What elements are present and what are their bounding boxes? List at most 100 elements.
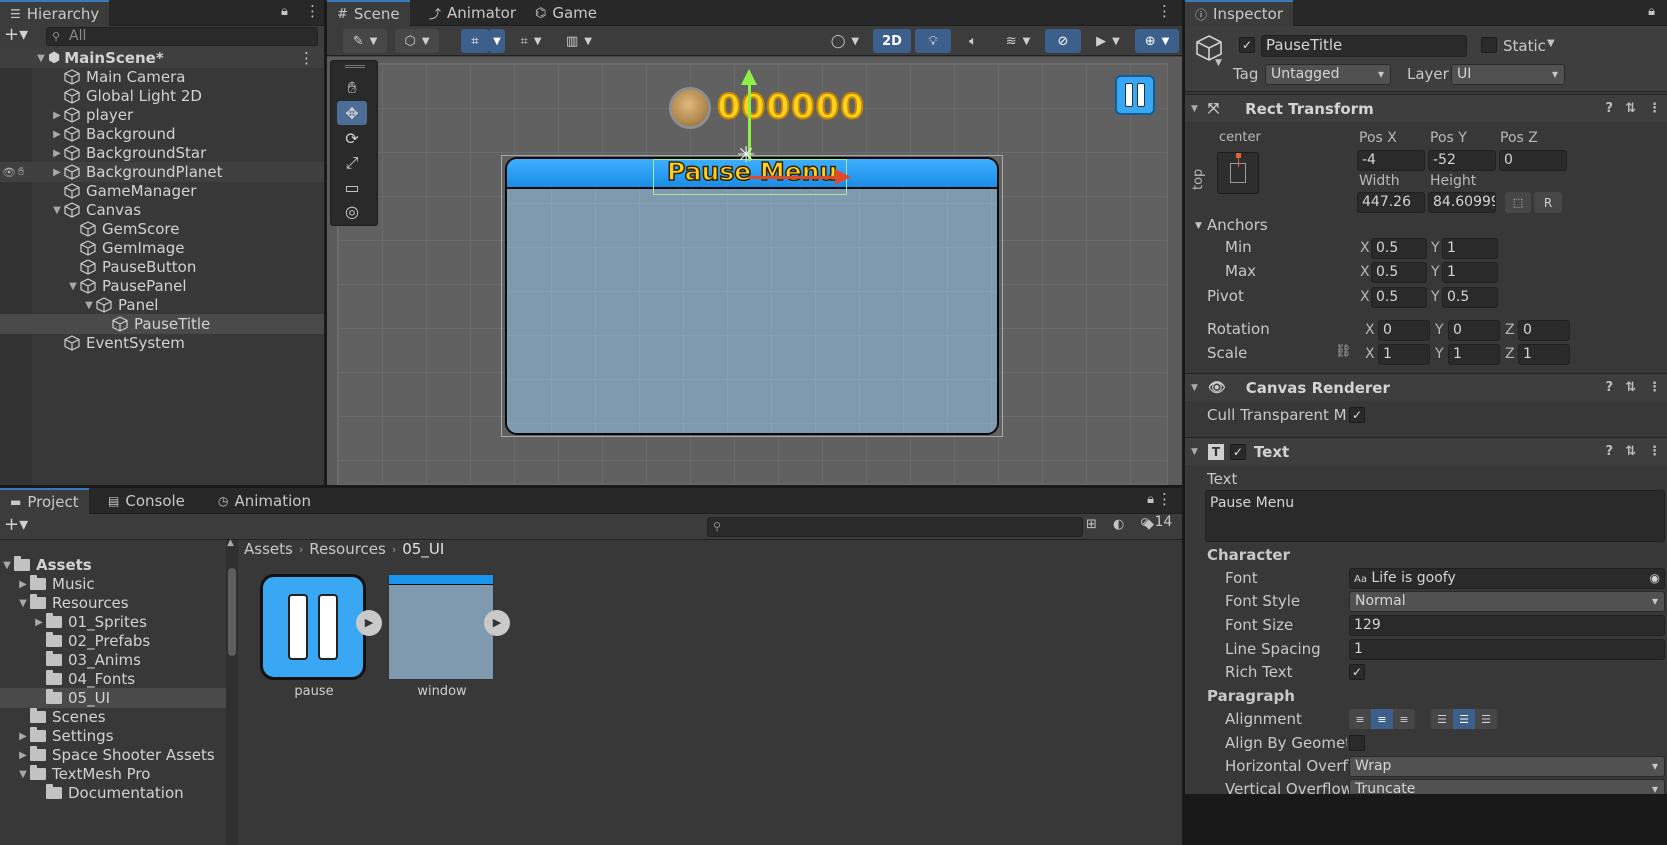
- rotation-z-field[interactable]: 0: [1518, 320, 1570, 341]
- more-menu-icon[interactable]: ⋮: [1648, 380, 1661, 395]
- hierarchy-item-player[interactable]: ▶ player: [0, 105, 324, 125]
- breadcrumb-assets[interactable]: Assets: [244, 540, 293, 558]
- hierarchy-item-pause-panel[interactable]: ▼ PausePanel: [0, 276, 324, 296]
- hierarchy-item-background-star[interactable]: ▶ BackgroundStar: [0, 143, 324, 163]
- line-spacing-field[interactable]: 1: [1349, 639, 1665, 660]
- chevron-down-icon[interactable]: ▼: [1547, 38, 1555, 49]
- shading-mode-button[interactable]: ◯ ▼: [823, 29, 867, 53]
- hierarchy-item-game-manager[interactable]: GameManager: [0, 181, 324, 201]
- chevron-right-icon[interactable]: ▶: [16, 750, 30, 761]
- gizmo-x-axis[interactable]: [749, 176, 837, 179]
- height-field[interactable]: 84.60999: [1428, 192, 1496, 213]
- chevron-down-icon[interactable]: ▼: [1195, 221, 1202, 231]
- lock-icon[interactable]: 🔒︎: [1648, 4, 1655, 19]
- tab-game[interactable]: ⌬ Game: [525, 0, 607, 26]
- static-checkbox[interactable]: [1481, 37, 1497, 53]
- chevron-down-icon[interactable]: ▼: [66, 281, 80, 292]
- breadcrumb-05-ui[interactable]: 05_UI: [402, 540, 444, 558]
- more-menu-icon[interactable]: ⋮: [1648, 444, 1661, 459]
- increment-snap-button[interactable]: ⌗ ▼: [511, 29, 551, 53]
- hierarchy-item-event-system[interactable]: EventSystem: [0, 333, 324, 353]
- chevron-down-icon[interactable]: ▼: [34, 53, 48, 64]
- scale-z-field[interactable]: 1: [1518, 344, 1570, 365]
- tab-hierarchy[interactable]: ☰ Hierarchy: [0, 0, 110, 26]
- chevron-down-icon[interactable]: ▼: [0, 560, 14, 571]
- hierarchy-item-pause-button[interactable]: PauseButton: [0, 257, 324, 277]
- rich-text-checkbox[interactable]: ✓: [1349, 664, 1365, 680]
- align-middle-button[interactable]: ☰: [1453, 709, 1475, 729]
- chevron-right-icon[interactable]: ▶: [32, 617, 46, 628]
- chevron-down-icon[interactable]: ▼: [1191, 104, 1198, 114]
- project-search-input[interactable]: ⚲: [707, 517, 1083, 537]
- chevron-right-icon[interactable]: ▶: [50, 167, 64, 178]
- align-left-button[interactable]: ≡: [1349, 709, 1371, 729]
- rect-tool-icon[interactable]: ▭: [337, 175, 367, 199]
- pos-x-field[interactable]: -4: [1357, 150, 1425, 171]
- ruler-button[interactable]: ▥ ▼: [557, 29, 601, 53]
- rotate-tool-icon[interactable]: ⟳: [337, 126, 367, 150]
- lock-icon[interactable]: 🔒︎: [1147, 492, 1154, 507]
- hierarchy-item-canvas[interactable]: ▼ Canvas: [0, 200, 324, 220]
- eye-icon[interactable]: 👁︎: [2, 166, 16, 179]
- chevron-right-icon[interactable]: ▶: [50, 148, 64, 159]
- more-menu-icon[interactable]: ⋮: [1157, 2, 1172, 20]
- help-icon[interactable]: ?: [1606, 444, 1614, 459]
- cull-transparent-checkbox[interactable]: ✓: [1349, 407, 1365, 423]
- more-menu-icon[interactable]: ⋮: [299, 49, 314, 67]
- render-mode-button[interactable]: ⬡ ▼: [395, 29, 439, 53]
- chevron-right-icon[interactable]: ▶: [50, 110, 64, 121]
- tab-animator[interactable]: ⤴︎ Animator: [419, 0, 526, 26]
- filter-type-icon[interactable]: ◐: [1113, 517, 1124, 532]
- hidden-count-badge[interactable]: ⊘ 14: [1140, 514, 1172, 530]
- text-component-header[interactable]: ▼ T ✓ Text ? ⇅ ⋮: [1185, 437, 1667, 465]
- anchor-min-y-field[interactable]: 1: [1442, 238, 1498, 259]
- tab-inspector[interactable]: ⓘ Inspector: [1185, 0, 1293, 26]
- align-bottom-button[interactable]: ☰: [1475, 709, 1497, 729]
- font-size-field[interactable]: 129: [1349, 615, 1665, 636]
- blueprint-mode-button[interactable]: ⬚: [1505, 192, 1531, 213]
- hierarchy-item-gem-image[interactable]: GemImage: [0, 238, 324, 258]
- tree-item-03-anims[interactable]: 03_Anims: [0, 650, 237, 670]
- tree-item-textmesh-pro[interactable]: ▼ TextMesh Pro: [0, 764, 237, 784]
- tree-scrollbar[interactable]: ▲: [226, 538, 238, 845]
- more-menu-icon[interactable]: ⋮: [1157, 490, 1172, 508]
- add-icon[interactable]: +▾: [4, 24, 28, 45]
- scene-row[interactable]: ▼ ⬢ MainScene* ⋮: [0, 48, 324, 68]
- pivot-y-field[interactable]: 0.5: [1442, 287, 1498, 308]
- chevron-down-icon[interactable]: ▼: [1191, 447, 1198, 457]
- asset-pause[interactable]: ▶ pause: [258, 572, 382, 702]
- anchor-max-x-field[interactable]: 0.5: [1371, 262, 1427, 283]
- anchor-min-x-field[interactable]: 0.5: [1371, 238, 1427, 259]
- help-icon[interactable]: ?: [1606, 101, 1614, 116]
- text-area[interactable]: Pause Menu: [1205, 490, 1665, 542]
- chevron-down-icon[interactable]: ▼: [16, 769, 30, 780]
- grid-snap-dropdown[interactable]: ▼: [489, 29, 505, 53]
- preset-icon[interactable]: ⇅: [1625, 380, 1636, 395]
- tree-item-02-prefabs[interactable]: 02_Prefabs: [0, 631, 237, 651]
- tree-item-scenes[interactable]: Scenes: [0, 707, 237, 727]
- hand-tool-icon[interactable]: ✋︎: [337, 76, 367, 100]
- font-style-dropdown[interactable]: Normal: [1349, 591, 1665, 612]
- anchor-preset-button[interactable]: [1217, 152, 1259, 194]
- scale-tool-icon[interactable]: ⤢: [337, 151, 367, 175]
- more-menu-icon[interactable]: ⋮: [305, 2, 320, 20]
- align-right-button[interactable]: ≡: [1393, 709, 1415, 729]
- add-icon[interactable]: +▾: [4, 514, 28, 535]
- object-picker-icon[interactable]: ◉: [1650, 569, 1660, 588]
- asset-window[interactable]: ▶ window: [386, 572, 510, 702]
- pivot-x-field[interactable]: 0.5: [1371, 287, 1427, 308]
- search-scope-icon[interactable]: ⊞: [1086, 517, 1097, 532]
- chevron-right-icon[interactable]: ▶: [16, 731, 30, 742]
- hierarchy-item-gem-score[interactable]: GemScore: [0, 219, 324, 239]
- gizmo-y-arrow[interactable]: [741, 69, 757, 85]
- font-field[interactable]: Aa Life is goofy ◉: [1349, 568, 1665, 589]
- link-broken-icon[interactable]: ⛓︎: [1335, 344, 1352, 359]
- hierarchy-item-panel[interactable]: ▼ Panel: [0, 295, 324, 315]
- gizmo-x-arrow[interactable]: [835, 169, 851, 185]
- scene-viewport[interactable]: 000000 Pause Menu ✳︎: [327, 57, 1182, 485]
- chevron-right-icon[interactable]: ▶: [50, 129, 64, 140]
- hierarchy-item-main-camera[interactable]: Main Camera: [0, 67, 324, 87]
- tag-dropdown[interactable]: Untagged: [1265, 64, 1391, 85]
- effects-button[interactable]: ≋ ▼: [995, 29, 1041, 53]
- hierarchy-item-background[interactable]: ▶ Background: [0, 124, 324, 144]
